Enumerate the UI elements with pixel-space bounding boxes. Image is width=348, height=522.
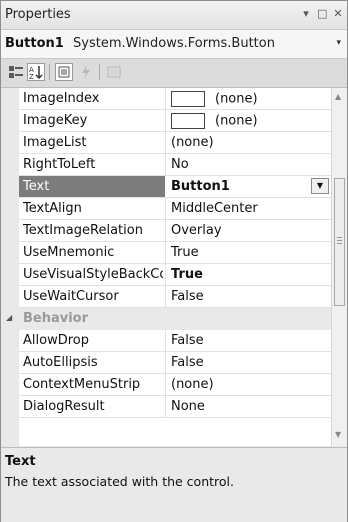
property-row-textimagerelation[interactable]: TextImageRelation Overlay	[19, 220, 331, 242]
property-name: Text	[23, 179, 50, 194]
property-name: UseVisualStyleBackCo	[23, 267, 163, 282]
description-pane: Text The text associated with the contro…	[1, 447, 347, 522]
scrollbar-thumb[interactable]	[334, 178, 345, 306]
property-row-contextmenustrip[interactable]: ContextMenuStrip (none)	[19, 374, 331, 396]
categorized-icon	[9, 66, 23, 78]
events-icon	[82, 65, 90, 79]
properties-window: Properties ▾ □ ✕ Button1 System.Windows.…	[0, 0, 348, 522]
toolbar-separator	[99, 64, 100, 80]
property-value: (none)	[171, 91, 258, 107]
chevron-down-icon[interactable]: ▾	[336, 38, 341, 48]
property-row-textalign[interactable]: TextAlign MiddleCenter	[19, 198, 331, 220]
property-value: No	[171, 157, 189, 172]
svg-text:Z: Z	[29, 73, 34, 80]
property-name: AutoEllipsis	[23, 355, 98, 370]
property-name: UseMnemonic	[23, 245, 115, 260]
property-name: ImageIndex	[23, 91, 100, 106]
selected-object-type: System.Windows.Forms.Button	[73, 36, 275, 51]
toolbar: A Z	[1, 59, 347, 88]
property-value: False	[171, 333, 204, 348]
chevron-down-icon: ▼	[316, 181, 324, 190]
property-grid: ImageIndex (none) ImageKey (none) ImageL…	[1, 88, 347, 446]
property-name: TextImageRelation	[23, 223, 143, 238]
alphabetical-button[interactable]: A Z	[27, 63, 45, 81]
property-value: None	[171, 399, 205, 414]
close-icon[interactable]: ✕	[333, 7, 343, 20]
category-name: Behavior	[23, 311, 89, 326]
events-button[interactable]	[77, 63, 95, 81]
property-row-usewaitcursor[interactable]: UseWaitCursor False	[19, 286, 331, 308]
image-swatch	[171, 113, 205, 129]
property-row-imagekey[interactable]: ImageKey (none)	[19, 110, 331, 132]
category-behavior[interactable]: ◢ Behavior	[1, 308, 331, 330]
description-text: The text associated with the control.	[5, 474, 234, 489]
categorized-button[interactable]	[7, 63, 25, 81]
property-row-usemnemonic[interactable]: UseMnemonic True	[19, 242, 331, 264]
toolbar-separator	[49, 64, 50, 80]
window-controls: ▾ □ ✕	[301, 7, 343, 20]
property-name: ImageKey	[23, 113, 88, 128]
property-value: False	[171, 289, 204, 304]
property-name: TextAlign	[23, 201, 82, 216]
property-row-righttoleft[interactable]: RightToLeft No	[19, 154, 331, 176]
alphabetical-icon: A Z	[29, 66, 43, 81]
property-row-imageindex[interactable]: ImageIndex (none)	[19, 88, 331, 110]
property-row-usevisualstylebackcolor[interactable]: UseVisualStyleBackCo True	[19, 264, 331, 286]
property-row-dialogresult[interactable]: DialogResult None	[19, 396, 331, 418]
scroll-down-icon[interactable]: ▼	[335, 430, 341, 439]
vertical-scrollbar[interactable]: ▲ ▼	[331, 88, 347, 446]
property-name: DialogResult	[23, 399, 105, 414]
grid-margin	[1, 88, 19, 446]
property-value: True	[171, 245, 199, 260]
property-row-text[interactable]: Text Button1 ▼	[19, 176, 331, 198]
property-name: ContextMenuStrip	[23, 377, 141, 392]
property-value: (none)	[171, 113, 258, 129]
maximize-icon[interactable]: □	[317, 7, 327, 20]
property-row-imagelist[interactable]: ImageList (none)	[19, 132, 331, 154]
dropdown-icon[interactable]: ▾	[301, 7, 311, 20]
dropdown-button[interactable]: ▼	[311, 178, 329, 194]
property-value: False	[171, 355, 204, 370]
properties-icon	[58, 66, 70, 78]
image-swatch	[171, 91, 205, 107]
property-name: UseWaitCursor	[23, 289, 119, 304]
properties-button[interactable]	[55, 63, 73, 81]
property-pages-button[interactable]	[105, 63, 123, 81]
property-value: Overlay	[171, 223, 222, 238]
property-name: AllowDrop	[23, 333, 89, 348]
selected-object-name: Button1	[5, 36, 64, 51]
property-pages-icon	[107, 66, 121, 78]
property-name: ImageList	[23, 135, 87, 150]
property-value-input[interactable]: Button1	[171, 179, 230, 194]
object-selector[interactable]: Button1 System.Windows.Forms.Button ▾	[1, 30, 347, 59]
property-value: True	[171, 267, 203, 282]
window-title: Properties	[5, 7, 71, 22]
property-value: (none)	[171, 135, 214, 150]
property-name: RightToLeft	[23, 157, 96, 172]
collapse-icon[interactable]: ◢	[6, 313, 12, 322]
scroll-up-icon[interactable]: ▲	[335, 92, 341, 101]
property-row-autoellipsis[interactable]: AutoEllipsis False	[19, 352, 331, 374]
description-title: Text	[5, 454, 36, 469]
property-value: (none)	[171, 377, 214, 392]
property-row-allowdrop[interactable]: AllowDrop False	[19, 330, 331, 352]
title-bar: Properties ▾ □ ✕	[1, 1, 347, 30]
property-value: MiddleCenter	[171, 201, 258, 216]
